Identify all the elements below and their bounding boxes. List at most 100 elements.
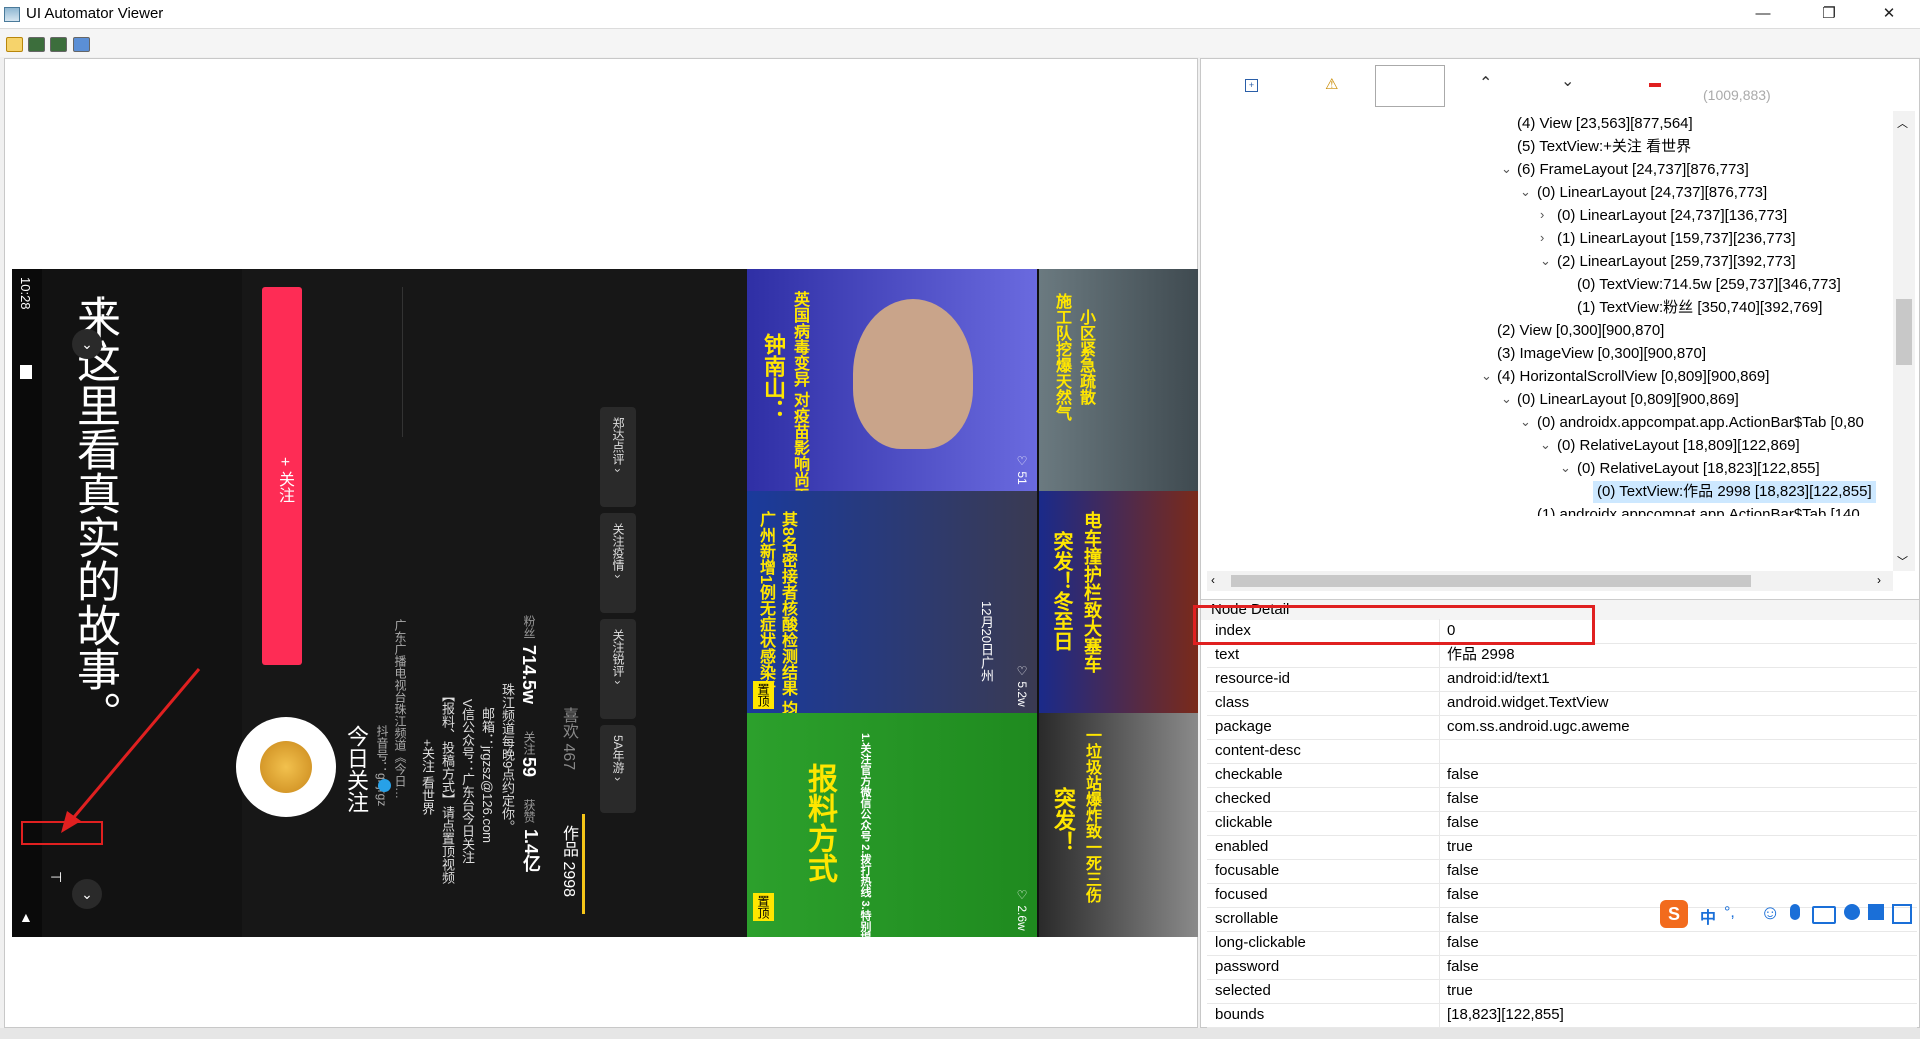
- detail-row[interactable]: content-desc: [1207, 739, 1917, 764]
- restore-button[interactable]: ❐: [1806, 0, 1852, 28]
- minimize-button[interactable]: —: [1740, 0, 1786, 28]
- detail-row[interactable]: clickable false: [1207, 811, 1917, 836]
- device-screenshot-compressed-icon[interactable]: [50, 37, 67, 52]
- tree-node[interactable]: (4) HorizontalScrollView [0,809][900,869…: [1497, 366, 1769, 388]
- previous-match-icon[interactable]: ⌃: [1479, 73, 1492, 93]
- device-screenshot[interactable]: 10:28 ▲ 来这里看真实的故事。 ⋮ ⌄ ⌄ ⊣ + 关注 今日关注 抖音号…: [12, 269, 1198, 937]
- expand-all-icon[interactable]: +: [1245, 79, 1258, 92]
- tree-expand-icon[interactable]: ⌄: [1520, 414, 1531, 430]
- fans-count[interactable]: 714.5w: [518, 645, 539, 704]
- expand-chevron-icon[interactable]: ⌄: [72, 879, 102, 909]
- search-input[interactable]: [1375, 65, 1445, 107]
- video-tile[interactable]: 报料方式 1.关注官方微信公众号 2.拨打热线 3.特别提醒 置顶 ♡ 2.6w: [747, 713, 1037, 937]
- detail-row[interactable]: focusable false: [1207, 859, 1917, 884]
- prop-value: true: [1447, 982, 1473, 999]
- follow-button[interactable]: + 关注: [262, 287, 302, 665]
- following-count[interactable]: 59: [518, 757, 539, 777]
- tree-node[interactable]: (0) LinearLayout [0,809][900,869]: [1517, 389, 1739, 411]
- tree-node[interactable]: (0) TextView:714.5w [259,737][346,773]: [1577, 274, 1841, 296]
- detail-row[interactable]: selected true: [1207, 979, 1917, 1004]
- tab-favorites[interactable]: 喜欢 467: [556, 707, 580, 770]
- detail-row[interactable]: bounds [18,823][122,855]: [1207, 1003, 1917, 1028]
- warning-icon[interactable]: ⚠: [1325, 75, 1338, 93]
- tree-node[interactable]: (0) RelativeLayout [18,823][122,855]: [1577, 458, 1820, 480]
- detail-row[interactable]: package com.ss.android.ugc.aweme: [1207, 715, 1917, 740]
- ime-punct[interactable]: °,: [1724, 904, 1735, 922]
- clear-search-icon[interactable]: [1649, 83, 1661, 87]
- tree-horizontal-scrollbar[interactable]: ‹ ›: [1207, 571, 1893, 591]
- video-tile[interactable]: 施工队挖爆天然气 小区紧急疏散: [1039, 269, 1198, 491]
- tree-node[interactable]: (1) TextView:粉丝 [350,740][392,769]: [1577, 297, 1822, 319]
- detail-row[interactable]: checkable false: [1207, 763, 1917, 788]
- pinned-badge: 置顶: [753, 893, 774, 921]
- toolbox-icon[interactable]: [1892, 904, 1912, 924]
- tree-node[interactable]: (4) View [23,563][877,564]: [1517, 113, 1693, 135]
- tree-node[interactable]: (6) FrameLayout [24,737][876,773]: [1517, 159, 1749, 181]
- tree-expand-icon[interactable]: ⌄: [1501, 391, 1512, 407]
- more-icon[interactable]: ⋮: [90, 291, 116, 322]
- tree-expand-icon[interactable]: ⌄: [1540, 437, 1551, 453]
- skin-icon[interactable]: [1868, 904, 1884, 920]
- hierarchy-tree[interactable]: (4) View [23,563][877,564] (5) TextView:…: [1207, 111, 1893, 571]
- tree-expand-icon[interactable]: ⌄: [1540, 253, 1551, 269]
- ime-logo[interactable]: S: [1660, 900, 1688, 928]
- tree-node[interactable]: (5) TextView:+关注 看世界: [1517, 136, 1691, 158]
- video-tile[interactable]: 钟南山： 英国病毒变异 对疫苗影响尚无证据 ♡ 51: [747, 269, 1037, 491]
- tree-expand-icon[interactable]: ⌄: [1560, 460, 1571, 476]
- ime-toolbar[interactable]: S 中 °, ☺: [1660, 898, 1916, 934]
- tree-vertical-scrollbar[interactable]: ︿ ﹀: [1893, 111, 1915, 571]
- tab-works[interactable]: 作品 2998: [556, 825, 580, 897]
- close-button[interactable]: ✕: [1866, 0, 1912, 28]
- scroll-thumb[interactable]: [1896, 299, 1912, 365]
- microphone-icon[interactable]: [1790, 904, 1800, 920]
- tree-expand-icon[interactable]: ⌄: [1501, 161, 1512, 177]
- tree-expand-icon[interactable]: ⌄: [1481, 368, 1492, 384]
- tree-node[interactable]: (1) LinearLayout [159,737][236,773]: [1557, 228, 1796, 250]
- tree-node[interactable]: (0) LinearLayout [24,737][136,773]: [1557, 205, 1787, 227]
- emoji-icon[interactable]: ☺: [1760, 902, 1780, 925]
- scroll-thumb[interactable]: [1231, 575, 1751, 587]
- chip[interactable]: 关注疫情 ›: [600, 513, 636, 613]
- detail-row[interactable]: enabled true: [1207, 835, 1917, 860]
- chip[interactable]: 关注锐评 ›: [600, 619, 636, 719]
- collapse-chevron-icon[interactable]: ⌄: [72, 329, 102, 359]
- tree-node[interactable]: (2) LinearLayout [259,737][392,773]: [1557, 251, 1796, 273]
- chip[interactable]: 郑达点评 ›: [600, 407, 636, 507]
- scroll-left-icon[interactable]: ‹: [1211, 573, 1215, 587]
- detail-row[interactable]: password false: [1207, 955, 1917, 980]
- keyboard-icon[interactable]: [1812, 906, 1836, 924]
- detail-row[interactable]: checked false: [1207, 787, 1917, 812]
- tree-node[interactable]: (0) LinearLayout [24,737][876,773]: [1537, 182, 1767, 204]
- column-divider: [1439, 931, 1440, 955]
- scroll-down-icon[interactable]: ﹀: [1897, 553, 1908, 569]
- video-tile[interactable]: 突发！冬至日 电车撞护栏致大塞车: [1039, 491, 1198, 713]
- column-divider: [1439, 739, 1440, 763]
- tree-expand-icon[interactable]: ›: [1540, 230, 1544, 245]
- detail-row[interactable]: class android.widget.TextView: [1207, 691, 1917, 716]
- chip[interactable]: 5A年游 ›: [600, 725, 636, 813]
- scroll-right-icon[interactable]: ›: [1877, 573, 1881, 587]
- save-icon[interactable]: [73, 37, 90, 52]
- detail-row[interactable]: resource-id android:id/text1: [1207, 667, 1917, 692]
- tree-node[interactable]: (0) RelativeLayout [18,809][122,869]: [1557, 435, 1800, 457]
- detail-row[interactable]: long-clickable false: [1207, 931, 1917, 956]
- scroll-up-icon[interactable]: ︿: [1897, 115, 1908, 131]
- user-icon[interactable]: [1844, 904, 1860, 920]
- tree-expand-icon[interactable]: ›: [1540, 207, 1544, 222]
- device-screenshot-icon[interactable]: [28, 37, 45, 52]
- tree-node-selected[interactable]: (0) TextView:作品 2998 [18,823][122,855]: [1593, 481, 1876, 503]
- tree-node[interactable]: (1) androidx.appcompat.app.ActionBar$Tab…: [1537, 504, 1860, 516]
- detail-row[interactable]: text 作品 2998: [1207, 643, 1917, 668]
- tree-expand-icon[interactable]: ⌄: [1520, 184, 1531, 200]
- tree-node[interactable]: (0) androidx.appcompat.app.ActionBar$Tab…: [1537, 412, 1864, 434]
- tree-node[interactable]: (3) ImageView [0,300][900,870]: [1497, 343, 1706, 365]
- bio-line: 【报料、投稿方式】请点置顶视频: [440, 689, 455, 884]
- video-tile[interactable]: 突发！ 一垃圾站爆炸致一死三伤: [1039, 713, 1198, 937]
- avatar[interactable]: [236, 717, 336, 817]
- prop-key: checked: [1215, 790, 1271, 807]
- tree-node[interactable]: (2) View [0,300][900,870]: [1497, 320, 1664, 342]
- video-tile[interactable]: 广州新增1例无症状感染者 其8名密接者核酸检测结果 均为阴性 置顶 12月20日…: [747, 491, 1037, 713]
- next-match-icon[interactable]: ⌄: [1561, 71, 1574, 91]
- ime-mode[interactable]: 中: [1700, 904, 1716, 928]
- open-folder-icon[interactable]: [6, 37, 23, 52]
